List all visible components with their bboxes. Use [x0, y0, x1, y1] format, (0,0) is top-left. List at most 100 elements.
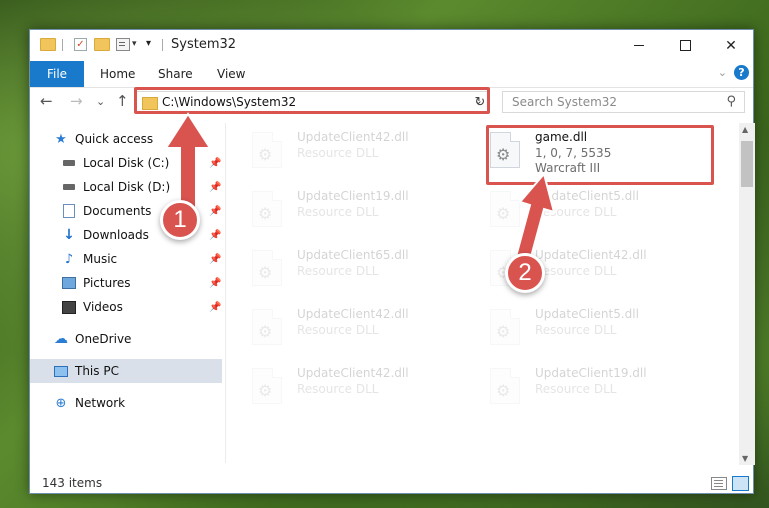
sidebar-item-label: Videos	[83, 300, 123, 314]
file-explorer-window: ✓ ▾ ▾ System32 ✕ File Home Share View ⌄ …	[29, 29, 755, 495]
file-item[interactable]: ⚙ UpdateClient42.dll Resource DLL	[252, 126, 477, 178]
pin-icon: 📌	[209, 277, 222, 289]
file-item[interactable]: ⚙ UpdateClient19.dll Resource DLL	[252, 185, 477, 237]
cloud-icon: ☁	[54, 331, 68, 347]
dll-file-icon: ⚙	[490, 368, 520, 404]
sidebar-item-pictures[interactable]: Pictures 📌	[30, 271, 222, 295]
help-icon[interactable]: ?	[734, 65, 749, 80]
tiles-view-icon[interactable]	[732, 476, 749, 491]
maximize-icon	[679, 40, 691, 51]
drive-icon	[62, 180, 76, 194]
recent-locations-icon[interactable]: ⌄	[96, 95, 105, 108]
back-button[interactable]: ←	[40, 92, 53, 110]
search-input[interactable]: Search System32 ⚲	[502, 91, 745, 113]
maximize-button[interactable]	[662, 30, 708, 61]
file-item[interactable]: ⚙ UpdateClient42.dll Resource DLL	[252, 362, 477, 414]
close-button[interactable]: ✕	[708, 30, 754, 61]
toolbar-divider	[62, 39, 63, 51]
tab-view[interactable]: View	[217, 67, 245, 81]
customize-view-icon[interactable]	[116, 38, 130, 51]
expand-ribbon-icon[interactable]: ⌄	[718, 66, 727, 79]
pictures-icon	[62, 276, 76, 290]
file-type: Resource DLL	[535, 323, 617, 337]
pin-icon: 📌	[209, 229, 222, 241]
dll-file-icon: ⚙	[252, 250, 282, 286]
navigation-bar: ← → ⌄ ↑ C:\Windows\System32 ⌄ ↻ Search S…	[30, 87, 753, 116]
sidebar-item-label: OneDrive	[75, 332, 132, 346]
file-type: Resource DLL	[297, 205, 379, 219]
details-view-icon[interactable]	[711, 477, 727, 490]
sidebar-item-label: Documents	[83, 204, 152, 218]
sidebar-item-label: Local Disk (C:)	[83, 156, 170, 170]
sidebar-item-label: Pictures	[83, 276, 131, 290]
close-icon: ✕	[725, 37, 737, 54]
file-type: Resource DLL	[297, 382, 379, 396]
callout-badge-1: 1	[160, 200, 200, 240]
sidebar-item-music[interactable]: ♪ Music 📌	[30, 247, 222, 271]
ribbon-tabs: File Home Share View ⌄ ?	[30, 61, 753, 88]
file-name: UpdateClient42.dll	[297, 366, 409, 380]
new-folder-icon[interactable]	[94, 38, 110, 51]
sidebar-item-network[interactable]: ⊕ Network	[30, 391, 222, 415]
address-highlight-box	[134, 87, 490, 114]
file-type: Resource DLL	[297, 323, 379, 337]
customize-toolbar-dropdown-icon[interactable]: ▾	[132, 39, 137, 49]
sidebar-item-label: Quick access	[75, 132, 154, 146]
file-name: UpdateClient65.dll	[297, 248, 409, 262]
file-item[interactable]: ⚙ UpdateClient5.dll Resource DLL	[490, 303, 715, 355]
file-name: UpdateClient42.dll	[297, 307, 409, 321]
document-icon	[62, 204, 76, 218]
search-icon[interactable]: ⚲	[726, 94, 736, 109]
file-name: UpdateClient19.dll	[535, 366, 647, 380]
folder-icon	[40, 38, 56, 51]
scroll-up-icon[interactable]: ▲	[742, 125, 748, 134]
drive-icon	[62, 156, 76, 170]
network-icon: ⊕	[55, 395, 67, 411]
scroll-thumb[interactable]	[741, 141, 753, 187]
download-icon: ↓	[63, 227, 75, 243]
dll-file-icon: ⚙	[252, 368, 282, 404]
forward-button[interactable]: →	[70, 92, 83, 110]
file-type: Resource DLL	[297, 146, 379, 160]
tab-share[interactable]: Share	[158, 67, 193, 81]
item-count: 143 items	[42, 476, 103, 490]
pane-divider	[225, 123, 226, 463]
file-item[interactable]: ⚙ UpdateClient42.dll Resource DLL	[252, 303, 477, 355]
tab-file[interactable]: File	[30, 61, 84, 87]
properties-check-icon[interactable]: ✓	[74, 38, 87, 51]
callout-badge-2: 2	[505, 253, 545, 293]
dll-file-icon: ⚙	[490, 309, 520, 345]
sidebar-item-videos[interactable]: Videos 📌	[30, 295, 222, 319]
pin-icon: 📌	[209, 253, 222, 265]
minimize-button[interactable]	[616, 30, 662, 61]
sidebar-item-label: This PC	[75, 364, 119, 378]
sidebar-item-label: Local Disk (D:)	[83, 180, 171, 194]
dll-file-icon: ⚙	[252, 309, 282, 345]
quick-access-caret-icon[interactable]: ▾	[146, 38, 151, 49]
file-name: UpdateClient42.dll	[297, 130, 409, 144]
sidebar-item-onedrive[interactable]: ☁ OneDrive	[30, 327, 222, 351]
title-divider	[162, 39, 163, 51]
dll-file-icon: ⚙	[252, 191, 282, 227]
scroll-down-icon[interactable]: ▼	[742, 454, 748, 463]
file-type: Resource DLL	[297, 264, 379, 278]
sidebar-item-label: Music	[83, 252, 118, 266]
sidebar-item-this-pc[interactable]: This PC	[30, 359, 222, 383]
file-type: Resource DLL	[535, 382, 617, 396]
star-icon: ★	[55, 131, 67, 147]
status-bar: 143 items	[30, 471, 753, 495]
vertical-scrollbar[interactable]: ▲ ▼	[739, 123, 755, 465]
file-item[interactable]: ⚙ UpdateClient19.dll Resource DLL	[490, 362, 715, 414]
music-icon: ♪	[64, 251, 74, 267]
file-item[interactable]: ⚙ UpdateClient65.dll Resource DLL	[252, 244, 477, 296]
sidebar-item-label: Network	[75, 396, 126, 410]
up-button[interactable]: ↑	[116, 92, 129, 110]
dll-file-icon: ⚙	[252, 132, 282, 168]
window-title: System32	[171, 37, 237, 52]
search-placeholder: Search System32	[512, 95, 618, 109]
file-name: UpdateClient5.dll	[535, 307, 639, 321]
file-name: UpdateClient19.dll	[297, 189, 409, 203]
tab-home[interactable]: Home	[100, 67, 135, 81]
minimize-icon	[634, 45, 644, 46]
title-bar: ✓ ▾ ▾ System32 ✕	[30, 30, 753, 61]
